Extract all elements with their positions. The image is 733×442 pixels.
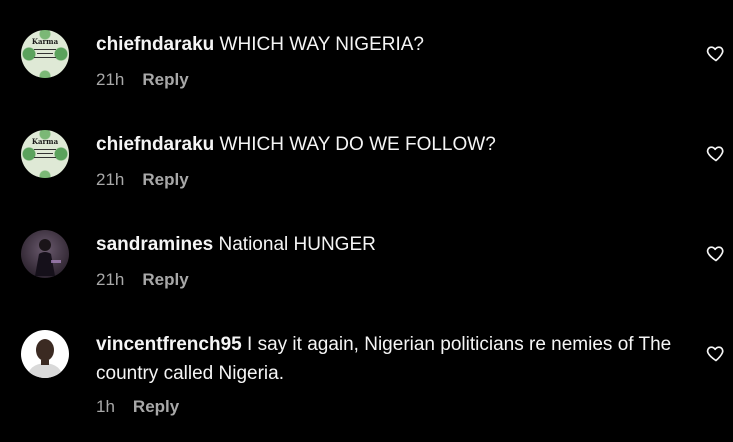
avatar-caption: Karma [31, 37, 59, 46]
comment-text: WHICH WAY DO WE FOLLOW? [219, 134, 496, 155]
avatar-decoration [37, 53, 53, 54]
avatar-decoration [34, 157, 56, 158]
user-avatar[interactable] [21, 230, 69, 278]
comment-text: WHICH WAY NIGERIA? [219, 34, 424, 55]
comment-meta: 21h Reply [96, 70, 189, 90]
comment-username[interactable]: chiefndaraku [96, 134, 214, 155]
avatar-caption: Karma [31, 137, 59, 146]
comment-username[interactable]: vincentfrench95 [96, 334, 242, 355]
comment-meta: 21h Reply [96, 270, 189, 290]
comment-username[interactable]: sandramines [96, 234, 213, 255]
comment-username[interactable]: chiefndaraku [96, 34, 214, 55]
avatar-decoration [34, 57, 56, 58]
comment-body: chiefndaraku WHICH WAY DO WE FOLLOW? [96, 130, 696, 159]
comment-body: chiefndaraku WHICH WAY NIGERIA? [96, 30, 696, 59]
heart-outline-icon[interactable] [706, 143, 726, 163]
comment-body: vincentfrench95 I say it again, Nigerian… [96, 330, 696, 388]
comment-meta: 21h Reply [96, 170, 189, 190]
reply-button[interactable]: Reply [142, 270, 188, 290]
comment-time: 21h [96, 270, 125, 289]
reply-button[interactable]: Reply [142, 170, 188, 190]
comment-time: 1h [96, 397, 115, 416]
user-avatar[interactable]: Karma [21, 130, 69, 178]
comment-body: sandramines National HUNGER [96, 230, 696, 259]
reply-button[interactable]: Reply [133, 397, 179, 417]
person-photo-icon [27, 339, 63, 378]
heart-outline-icon[interactable] [706, 43, 726, 63]
avatar-decoration [37, 153, 53, 154]
heart-outline-icon[interactable] [706, 243, 726, 263]
comment-meta: 1h Reply [96, 397, 179, 417]
user-avatar[interactable]: Karma [21, 30, 69, 78]
reply-button[interactable]: Reply [142, 70, 188, 90]
heart-outline-icon[interactable] [706, 343, 726, 363]
person-photo-icon [35, 239, 61, 276]
comment-time: 21h [96, 170, 125, 189]
avatar-decoration [34, 149, 56, 150]
user-avatar[interactable] [21, 330, 69, 378]
avatar-decoration [34, 49, 56, 50]
comment-time: 21h [96, 70, 125, 89]
comment-text: National HUNGER [218, 234, 376, 255]
